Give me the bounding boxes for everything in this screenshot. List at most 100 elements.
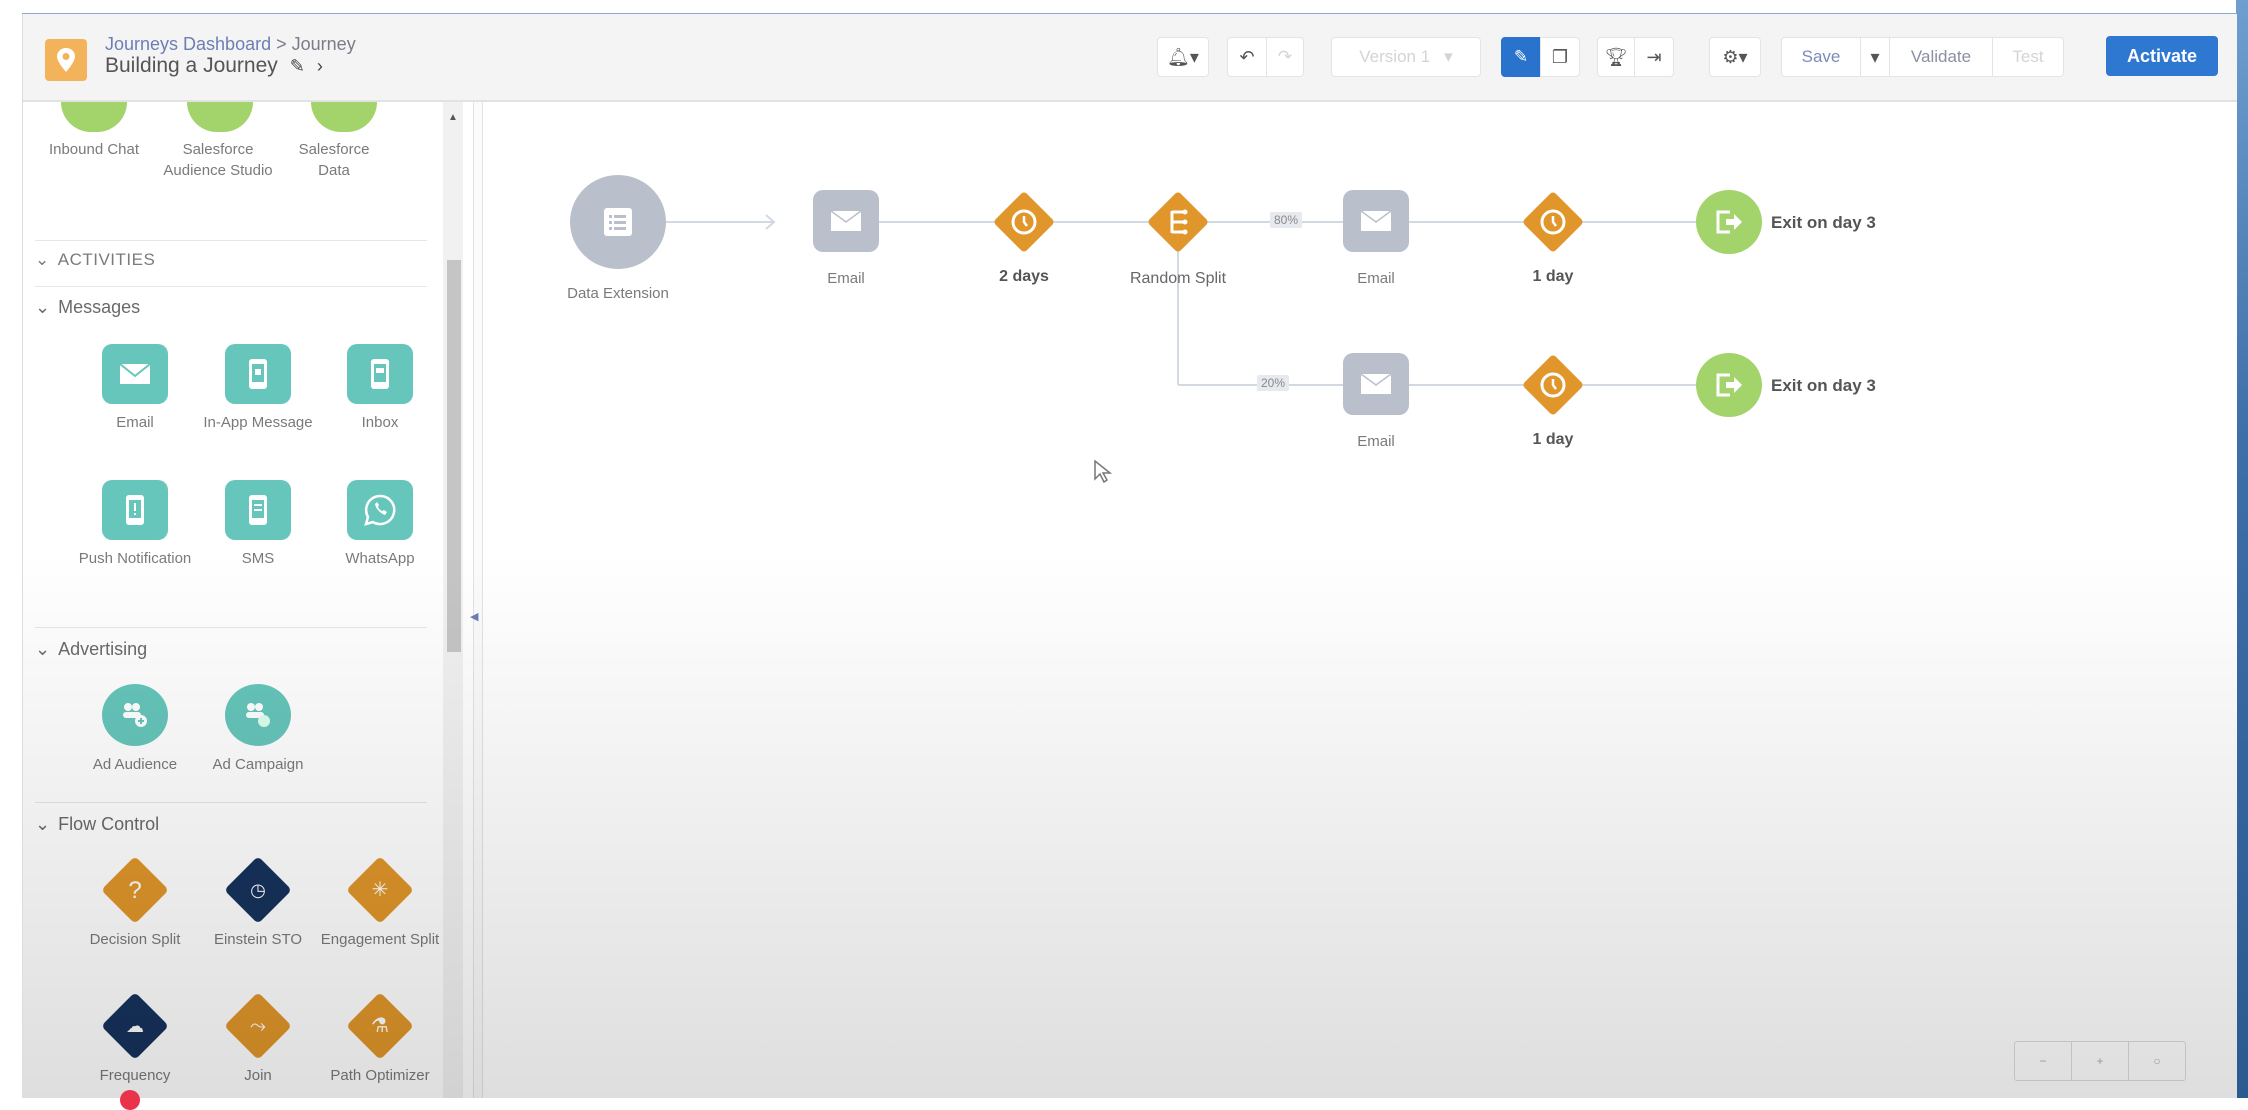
palette-item-ad-campaign[interactable]: Ad Campaign: [198, 684, 318, 775]
palette-item-in-app-message[interactable]: In-App Message: [198, 344, 318, 433]
audience-add-icon: [102, 684, 168, 746]
redo-button[interactable]: ↷: [1266, 37, 1304, 77]
journey-name: Building a Journey: [105, 54, 278, 77]
location-pin-icon: [45, 39, 87, 81]
palette-item-path-optimizer[interactable]: ⚗ Path Optimizer: [320, 992, 440, 1086]
palette-item-sms[interactable]: SMS: [198, 480, 318, 569]
messages-section-header[interactable]: ⌄ Messages: [35, 297, 140, 318]
whatsapp-icon: [347, 480, 413, 540]
goal-button[interactable]: 🏆︎: [1597, 37, 1635, 77]
palette-item-salesforce-data[interactable]: Salesforce Data: [284, 139, 384, 181]
collapse-panel-icon[interactable]: ◀: [470, 610, 478, 623]
envelope-icon: [1360, 210, 1392, 231]
undo-button[interactable]: ↶: [1227, 37, 1267, 77]
node-label: 2 days: [999, 268, 1049, 285]
canvas-node-exit-upper[interactable]: [1696, 190, 1762, 254]
activity-palette: Inbound Chat Salesforce Audience Studio …: [23, 102, 443, 1098]
panel-resize-handle[interactable]: [473, 102, 483, 1098]
activate-button[interactable]: Activate: [2106, 36, 2218, 76]
header-bar: Journeys Dashboard > Journey Building a …: [23, 14, 2237, 102]
palette-item-join[interactable]: ⤳ Join: [198, 992, 318, 1086]
activities-section-header[interactable]: ⌄ ACTIVITIES: [35, 250, 155, 270]
palette-item-engagement-split[interactable]: ✳ Engagement Split: [320, 856, 440, 950]
notifications-button[interactable]: 🔔︎▾: [1157, 37, 1209, 77]
palette-item-inbound-chat[interactable]: Inbound Chat: [34, 139, 154, 160]
entry-source-data-extension[interactable]: [570, 175, 666, 269]
split-percentage-badge: 20%: [1257, 375, 1290, 391]
node-label: Random Split: [1129, 270, 1227, 287]
split-icon: [1156, 200, 1200, 244]
breadcrumb-journeys-dashboard-link[interactable]: Journeys Dashboard: [105, 34, 271, 54]
exit-icon: ⇥: [1646, 46, 1662, 67]
clock-icon: [1531, 363, 1575, 407]
exit-criteria-button[interactable]: ⇥: [1634, 37, 1674, 77]
canvas-node-email-lower[interactable]: [1343, 353, 1409, 415]
save-button[interactable]: Save: [1781, 37, 1861, 77]
palette-item-einstein-sto[interactable]: ◷ Einstein STO: [198, 856, 318, 950]
node-label: 1 day: [1532, 431, 1574, 448]
version-label: Version 1: [1359, 47, 1431, 66]
mobile-sms-icon: [225, 480, 291, 540]
edit-mode-button[interactable]: ✎: [1501, 37, 1541, 77]
canvas-node-exit-lower[interactable]: [1696, 353, 1762, 417]
salesforce-data-icon[interactable]: [311, 102, 377, 132]
zoom-in-button[interactable]: +: [2072, 1042, 2129, 1080]
zoom-out-button[interactable]: −: [2015, 1042, 2072, 1080]
zoom-reset-button[interactable]: ○: [2129, 1042, 2185, 1080]
einstein-clock-icon: ◷: [250, 879, 266, 900]
overview-button[interactable]: ❐: [1540, 37, 1580, 77]
flask-icon: ⚗: [371, 1014, 389, 1037]
canvas-node-email-upper[interactable]: [1343, 190, 1409, 252]
section-divider: [35, 802, 427, 803]
undo-icon: ↶: [1239, 46, 1255, 67]
list-icon: [604, 208, 632, 236]
envelope-icon: [102, 344, 168, 404]
palette-item-push-notification[interactable]: Push Notification: [75, 480, 195, 569]
journey-title: Building a Journey ✎ ›: [105, 54, 323, 78]
salesforce-audience-studio-icon[interactable]: [187, 102, 253, 132]
trophy-icon: 🏆︎: [1604, 46, 1628, 67]
palette-item-decision-split[interactable]: ? Decision Split: [75, 856, 195, 950]
canvas-zoom-controls: − + ○: [2014, 1041, 2186, 1081]
scroll-up-arrow-icon[interactable]: ▲: [448, 112, 458, 123]
settings-button[interactable]: ⚙▾: [1709, 37, 1761, 77]
audience-campaign-icon: [225, 684, 291, 746]
pencil-icon[interactable]: ✎: [290, 56, 305, 77]
journey-canvas[interactable]: Data Extension Email 2 days Random Split…: [483, 102, 2237, 1098]
canvas-node-email-1[interactable]: [813, 190, 879, 252]
advertising-section-header[interactable]: ⌄ Advertising: [35, 639, 147, 660]
test-button[interactable]: Test: [1992, 37, 2064, 77]
mobile-alert-icon: [102, 480, 168, 540]
pencil-icon: ✎: [1513, 47, 1529, 66]
palette-item-inbox[interactable]: Inbox: [320, 344, 440, 433]
version-select[interactable]: Version 1 ▾: [1331, 37, 1481, 77]
palette-item-whatsapp[interactable]: WhatsApp: [320, 480, 440, 569]
node-label: 1 day: [1532, 268, 1574, 285]
palette-item-salesforce-audience-studio[interactable]: Salesforce Audience Studio: [160, 139, 276, 181]
palette-scrollbar-thumb[interactable]: [447, 260, 461, 652]
exit-label: Exit on day 3: [1771, 213, 1876, 232]
envelope-icon: [1360, 373, 1392, 394]
flow-control-section-header[interactable]: ⌄ Flow Control: [35, 814, 159, 835]
split-percentage-badge: 80%: [1270, 212, 1303, 228]
clock-icon: [1531, 200, 1575, 244]
palette-item-ad-audience[interactable]: Ad Audience: [75, 684, 195, 775]
palette-item-email[interactable]: Email: [75, 344, 195, 433]
section-divider: [35, 286, 427, 287]
node-label: Email: [1357, 433, 1395, 450]
section-divider: [35, 627, 427, 628]
exit-door-icon: [1716, 210, 1742, 234]
bell-signal-icon: 🔔︎▾: [1167, 46, 1199, 67]
mobile-inbox-icon: [347, 344, 413, 404]
chevron-down-icon: ⌄: [35, 639, 51, 659]
exit-label: Exit on day 3: [1771, 376, 1876, 395]
inbound-chat-icon[interactable]: [61, 102, 127, 132]
chevron-down-icon: ⌄: [35, 297, 51, 317]
validate-button[interactable]: Validate: [1889, 37, 1993, 77]
mouse-cursor-icon: [1094, 459, 1113, 489]
save-options-button[interactable]: ▾: [1860, 37, 1890, 77]
palette-item-frequency[interactable]: ☁ Frequency: [75, 992, 195, 1086]
chevron-right-icon[interactable]: ›: [317, 56, 323, 77]
chevron-down-icon: ⌄: [35, 250, 50, 269]
question-icon: ?: [128, 876, 142, 904]
